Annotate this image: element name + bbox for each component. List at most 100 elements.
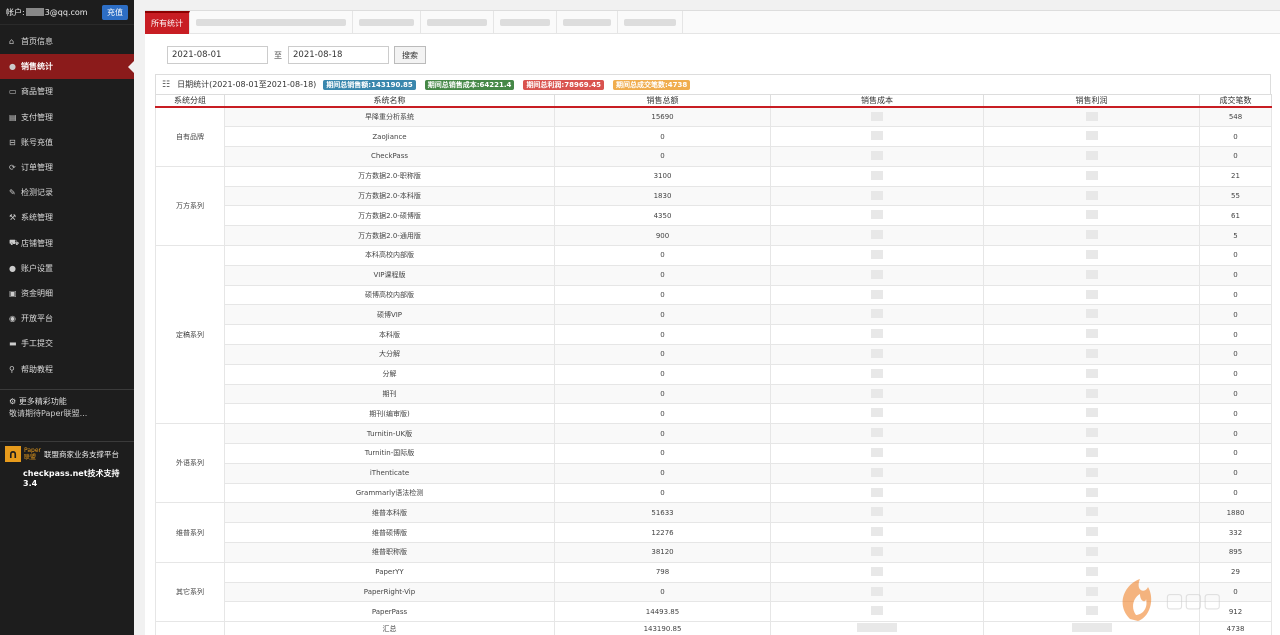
table-row: 定稿系列 本科高校内部版 0 0 xyxy=(155,245,1272,425)
nav-icon: ● xyxy=(9,263,16,273)
total-row: 汇总 143190.85 4738 xyxy=(155,621,1272,635)
masked-email xyxy=(25,8,44,16)
recharge-button[interactable]: 充值 xyxy=(102,4,128,20)
sidebar-item[interactable]: ⛟ 店铺管理 xyxy=(0,231,134,256)
cost-cell-masked xyxy=(770,185,984,207)
sidebar-item[interactable]: ⊟ 账号充值 xyxy=(0,130,134,155)
account-label: 帐户: xyxy=(6,7,25,17)
tab-blurred[interactable] xyxy=(353,11,421,34)
profit-cell-masked xyxy=(983,324,1200,346)
profit-cell-masked xyxy=(983,462,1200,484)
sales-cell: 0 xyxy=(554,423,771,445)
sales-cell: 3100 xyxy=(554,165,771,187)
cost-cell-masked xyxy=(770,146,984,167)
sales-cell: 0 xyxy=(554,383,771,405)
brand-block: ∩ Paper 联盟 联盟商家业务支撑平台 checkpass.net技术支持 … xyxy=(0,441,134,492)
system-name-cell: 万方数据2.0-本科版 xyxy=(224,185,555,207)
sidebar-item[interactable]: ▤ 支付管理 xyxy=(0,105,134,130)
count-cell: 0 xyxy=(1199,304,1272,326)
count-cell: 0 xyxy=(1199,403,1272,425)
sidebar-item[interactable]: ▬ 手工提交 xyxy=(0,331,134,356)
tab-all-stats[interactable]: 所有统计 xyxy=(145,11,190,34)
tab-blurred[interactable] xyxy=(190,11,353,34)
sidebar-item[interactable]: ⌂ 首页信息 xyxy=(0,29,134,54)
sales-cell: 0 xyxy=(554,344,771,365)
summary-bar: ☷ 日期统计(2021-08-01至2021-08-18) 期间总销售额:143… xyxy=(155,74,1271,94)
sidebar-item[interactable]: ● 销售统计 xyxy=(0,54,134,80)
column-header: 成交笔数 xyxy=(1199,94,1272,108)
sidebar-item-label: 账号充值 xyxy=(21,137,53,147)
watermark-fox-icon: ▢▢▢ xyxy=(1122,579,1222,621)
group-cell: 定稿系列 xyxy=(155,245,225,425)
cost-cell-masked xyxy=(770,245,984,266)
brand-title: 联盟商家业务支撑平台 xyxy=(44,449,119,459)
sidebar-item[interactable]: ◉ 开放平台 xyxy=(0,306,134,331)
sidebar-item[interactable]: ⚲ 帮助教程 xyxy=(0,356,134,381)
system-name-cell: 期刊(编审版) xyxy=(224,403,555,425)
tab-blurred[interactable] xyxy=(557,11,618,34)
summary-badge: 期间总销售成本:64221.4 xyxy=(424,79,515,90)
sidebar-item[interactable]: ✎ 检测记录 xyxy=(0,180,134,205)
nav-icon: ✎ xyxy=(9,188,16,198)
table-row: CheckPass 0 0 xyxy=(156,146,1272,167)
sidebar-item[interactable]: ⟳ 订单管理 xyxy=(0,155,134,180)
nav-icon: ⛟ xyxy=(9,238,20,248)
table-row: 其它系列 PaperYY 798 29 xyxy=(155,561,1272,623)
column-header: 销售利润 xyxy=(983,94,1200,108)
table-row: Turnitin-国际版 0 0 xyxy=(156,443,1272,464)
count-cell: 1880 xyxy=(1199,502,1272,524)
cost-cell-masked xyxy=(770,502,984,524)
group-cell: 万方系列 xyxy=(155,165,225,247)
cost-cell-masked xyxy=(770,581,984,603)
sales-cell: 15690 xyxy=(554,106,771,128)
sidebar-item[interactable]: ▭ 商品管理 xyxy=(0,79,134,104)
search-button[interactable]: 搜索 xyxy=(394,46,426,64)
system-name-cell: 维普硕博版 xyxy=(224,522,555,544)
more-features[interactable]: ⚙ 更多精彩功能 敬请期待Paper联盟... xyxy=(0,390,134,420)
profit-cell-masked xyxy=(983,482,1200,504)
sidebar-item[interactable]: ⚒ 系统管理 xyxy=(0,205,134,230)
sales-table: 系统分组 系统名称 销售总额 销售成本 销售利润 成交笔数 自有品牌 早降重分析系统 1569… xyxy=(155,94,1272,635)
svg-text:▢▢▢: ▢▢▢ xyxy=(1165,588,1222,612)
sales-cell: 798 xyxy=(554,561,771,583)
count-cell: 0 xyxy=(1199,344,1272,365)
tab-blurred[interactable] xyxy=(421,11,494,34)
table-row: 万方系列 万方数据2.0-职称版 3100 21 xyxy=(155,165,1272,247)
table-row: 硕博高校内部版 0 0 xyxy=(156,284,1272,306)
sidebar-item-label: 订单管理 xyxy=(21,163,53,173)
sales-cell: 0 xyxy=(554,264,771,286)
column-header: 销售成本 xyxy=(770,94,984,108)
sales-cell: 0 xyxy=(554,363,771,385)
summary-badge: 期间总利润:78969.45 xyxy=(523,79,604,90)
grid-icon: ☷ xyxy=(162,79,171,90)
tab-blurred[interactable] xyxy=(618,11,683,34)
end-date-input[interactable] xyxy=(288,46,389,64)
account-bar: 帐户: 3@qq.com 充值 xyxy=(0,0,134,25)
system-name-cell: Turnitin-国际版 xyxy=(224,443,555,464)
nav-icon: ⚲ xyxy=(9,364,15,374)
tab-blurred[interactable] xyxy=(494,11,557,34)
sidebar-item[interactable]: ▣ 资金明细 xyxy=(0,281,134,306)
system-name-cell: 万方数据2.0-职称版 xyxy=(224,165,555,187)
table-row: Grammarly语法检测 0 0 xyxy=(156,482,1272,504)
start-date-input[interactable] xyxy=(167,46,268,64)
total-cost-masked xyxy=(770,621,984,635)
logo-text: Paper 联盟 xyxy=(24,447,41,461)
cost-cell-masked xyxy=(770,363,984,385)
count-cell: 0 xyxy=(1199,482,1272,504)
table-row: PaperRight-Vip 0 0 xyxy=(156,581,1272,603)
profit-cell-masked xyxy=(983,403,1200,425)
total-sales: 143190.85 xyxy=(554,621,771,635)
count-cell: 5 xyxy=(1199,225,1272,247)
cost-cell-masked xyxy=(770,482,984,504)
summary-title: 日期统计(2021-08-01至2021-08-18) xyxy=(177,80,317,89)
count-cell: 0 xyxy=(1199,383,1272,405)
count-cell: 0 xyxy=(1199,423,1272,445)
nav-icon: ◉ xyxy=(9,314,16,324)
count-cell: 0 xyxy=(1199,126,1272,148)
sidebar-item[interactable]: ● 账户设置 xyxy=(0,256,134,281)
sales-cell: 0 xyxy=(554,146,771,167)
sidebar-item-label: 账户设置 xyxy=(21,263,53,273)
table-row: 万方数据2.0-通用版 900 5 xyxy=(156,225,1272,247)
sales-cell: 0 xyxy=(554,462,771,484)
